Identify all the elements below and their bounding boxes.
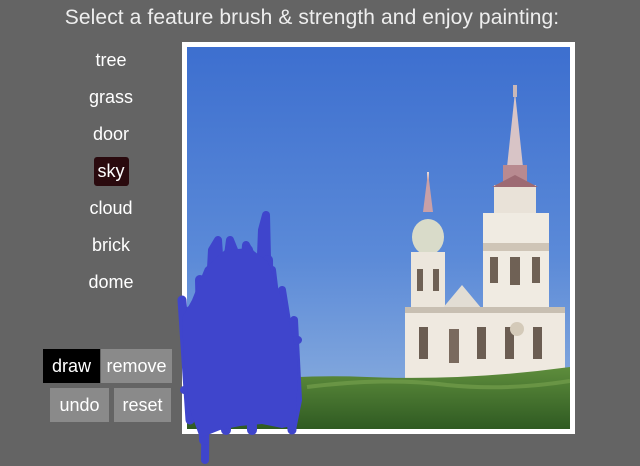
undo-button[interactable]: undo xyxy=(50,388,109,422)
brush-door[interactable]: door xyxy=(89,118,133,155)
painting-canvas[interactable] xyxy=(182,42,575,434)
brush-label: dome xyxy=(88,272,134,292)
brush-brick[interactable]: brick xyxy=(88,229,134,266)
remove-button[interactable]: remove xyxy=(101,349,172,383)
brush-grass[interactable]: grass xyxy=(85,81,137,118)
page-title: Select a feature brush & strength and en… xyxy=(64,6,560,29)
painted-image xyxy=(187,47,570,429)
reset-button[interactable]: reset xyxy=(114,388,171,422)
brush-dome[interactable]: dome xyxy=(84,266,137,303)
brush-label: sky xyxy=(93,157,129,186)
brush-sky[interactable]: sky xyxy=(90,155,133,192)
draw-button[interactable]: draw xyxy=(43,349,100,383)
brush-label: brick xyxy=(91,235,130,255)
brush-list: tree grass door sky cloud brick dome xyxy=(66,44,156,303)
brush-label: tree xyxy=(95,50,127,70)
brush-label: grass xyxy=(88,87,133,107)
brush-cloud[interactable]: cloud xyxy=(85,192,136,229)
brush-tree[interactable]: tree xyxy=(91,44,130,81)
brush-label: door xyxy=(92,124,130,144)
brush-label: cloud xyxy=(89,198,133,218)
